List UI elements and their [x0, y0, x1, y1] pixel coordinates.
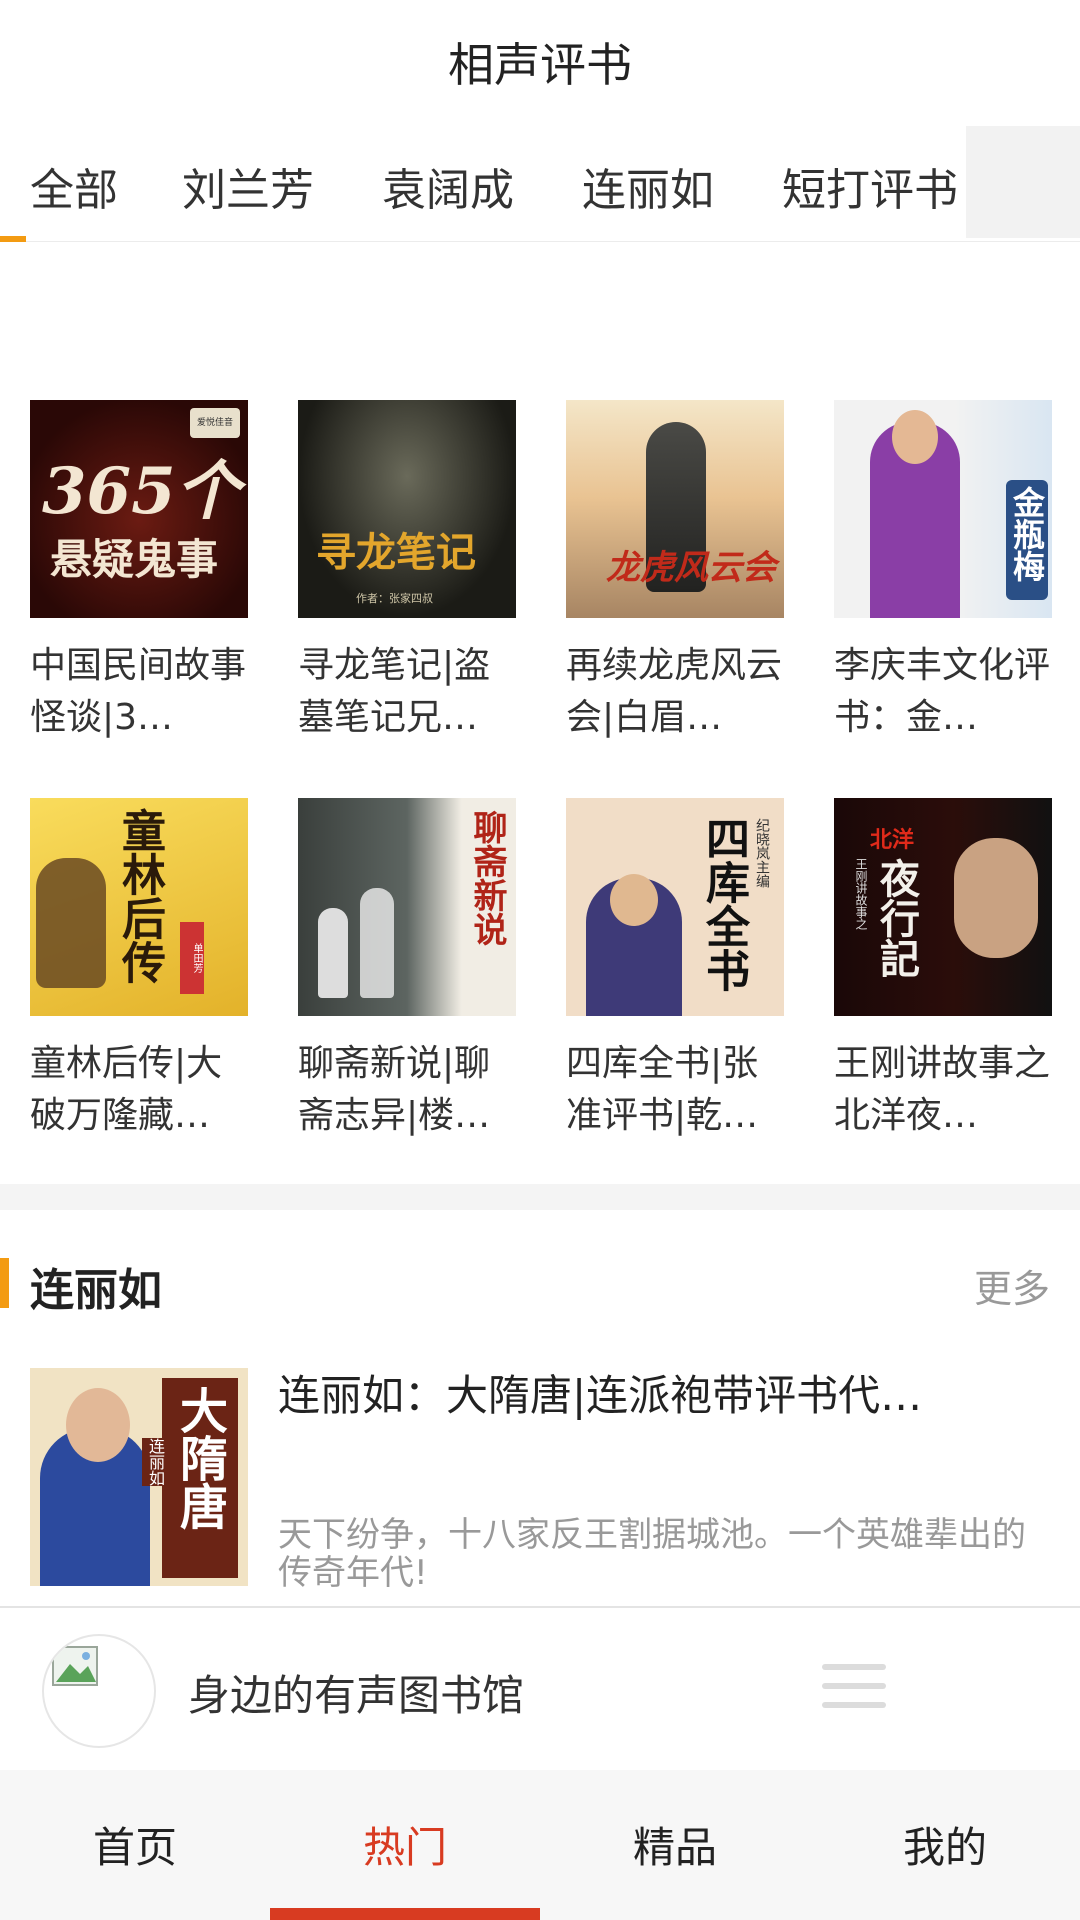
- album-card[interactable]: 聊斋新说 聊斋新说|聊斋志异|楼…: [298, 798, 516, 1142]
- performer-face: [892, 410, 938, 464]
- active-tab-indicator: [0, 236, 26, 242]
- nav-premium[interactable]: 精品: [540, 1814, 810, 1875]
- album-card[interactable]: 四库全书 纪晓岚主编 四库全书|张准评书|乾…: [566, 798, 784, 1142]
- mini-player[interactable]: 身边的有声图书馆: [0, 1606, 1080, 1770]
- publisher-badge: 爱悦佳音: [190, 408, 240, 438]
- section-divider: [0, 1184, 1080, 1210]
- section-title: 连丽如: [30, 1265, 162, 1316]
- nav-mine[interactable]: 我的: [810, 1814, 1080, 1875]
- player-avatar[interactable]: [42, 1634, 156, 1748]
- album-cover[interactable]: 北洋 夜行記 王刚讲故事之: [834, 798, 1052, 1016]
- app-header: 相声评书: [0, 0, 1080, 124]
- active-nav-indicator: [270, 1908, 540, 1920]
- tab-yuan-kuocheng[interactable]: 袁阔成: [382, 154, 514, 218]
- featured-description: 天下纷争，十八家反王割据城池。一个英雄辈出的传奇年代!: [278, 1516, 1026, 1592]
- album-title[interactable]: 四库全书|张准评书|乾…: [566, 1038, 784, 1142]
- album-cover[interactable]: 金瓶梅: [834, 400, 1052, 618]
- album-card[interactable]: 龙虎风云会 再续龙虎风云会|白眉…: [566, 400, 784, 744]
- category-tabs: 全部 刘兰芳 袁阔成 连丽如 短打评书: [0, 124, 1080, 242]
- tab-all[interactable]: 全部: [30, 154, 118, 218]
- featured-album[interactable]: 大隋唐 连丽如 连丽如：大隋唐|连派袍带评书代… 天下纷争，十八家反王割据城池。…: [30, 1368, 1050, 1592]
- tab-liu-lanfang[interactable]: 刘兰芳: [182, 154, 314, 218]
- album-title[interactable]: 李庆丰文化评书：金…: [834, 640, 1052, 744]
- nav-home[interactable]: 首页: [0, 1814, 270, 1875]
- album-title[interactable]: 王刚讲故事之北洋夜…: [834, 1038, 1052, 1142]
- album-card[interactable]: 金瓶梅 李庆丰文化评书：金…: [834, 400, 1052, 744]
- emperor-face: [610, 874, 658, 926]
- album-cover[interactable]: 龙虎风云会: [566, 400, 784, 618]
- album-cover[interactable]: 聊斋新说: [298, 798, 516, 1016]
- tab-duanda-pingshu[interactable]: 短打评书: [782, 154, 958, 218]
- album-cover[interactable]: 四库全书 纪晓岚主编: [566, 798, 784, 1016]
- player-title: 身边的有声图书馆: [188, 1671, 525, 1720]
- scholar-figure: [318, 908, 348, 998]
- featured-title[interactable]: 连丽如：大隋唐|连派袍带评书代…: [278, 1368, 1050, 1424]
- album-card[interactable]: 北洋 夜行記 王刚讲故事之 王刚讲故事之北洋夜…: [834, 798, 1052, 1142]
- performer-face: [66, 1388, 130, 1462]
- nav-hot[interactable]: 热门: [270, 1814, 540, 1875]
- monk-figure: [36, 858, 106, 988]
- album-title[interactable]: 寻龙笔记|盗墓笔记兄…: [298, 640, 516, 744]
- album-card[interactable]: 寻龙笔记 作者：张家四叔 寻龙笔记|盗墓笔记兄…: [298, 400, 516, 744]
- bottom-navigation: 首页 热门 精品 我的: [0, 1770, 1080, 1920]
- album-card[interactable]: 童林后传 单田芳 童林后传|大破万隆藏…: [30, 798, 248, 1142]
- ghost-figure: [360, 888, 394, 998]
- tab-lian-liru[interactable]: 连丽如: [582, 154, 714, 218]
- album-title[interactable]: 中国民间故事怪谈|3…: [30, 640, 248, 744]
- playlist-menu-icon[interactable]: [822, 1664, 886, 1718]
- page-title: 相声评书: [448, 38, 632, 92]
- album-title[interactable]: 再续龙虎风云会|白眉…: [566, 640, 784, 744]
- section-accent-bar: [0, 1258, 9, 1308]
- album-cover[interactable]: 365个 悬疑鬼事 爱悦佳音: [30, 400, 248, 618]
- more-link[interactable]: 更多: [974, 1258, 1050, 1313]
- tabs-scroll-fade: [966, 126, 1080, 238]
- host-face: [954, 838, 1038, 958]
- broken-image-icon: [52, 1646, 98, 1686]
- album-card[interactable]: 365个 悬疑鬼事 爱悦佳音 中国民间故事怪谈|3…: [30, 400, 248, 744]
- album-title[interactable]: 聊斋新说|聊斋志异|楼…: [298, 1038, 516, 1142]
- album-cover[interactable]: 寻龙笔记 作者：张家四叔: [298, 400, 516, 618]
- album-title[interactable]: 童林后传|大破万隆藏…: [30, 1038, 248, 1142]
- album-cover[interactable]: 大隋唐 连丽如: [30, 1368, 248, 1586]
- album-cover[interactable]: 童林后传 单田芳: [30, 798, 248, 1016]
